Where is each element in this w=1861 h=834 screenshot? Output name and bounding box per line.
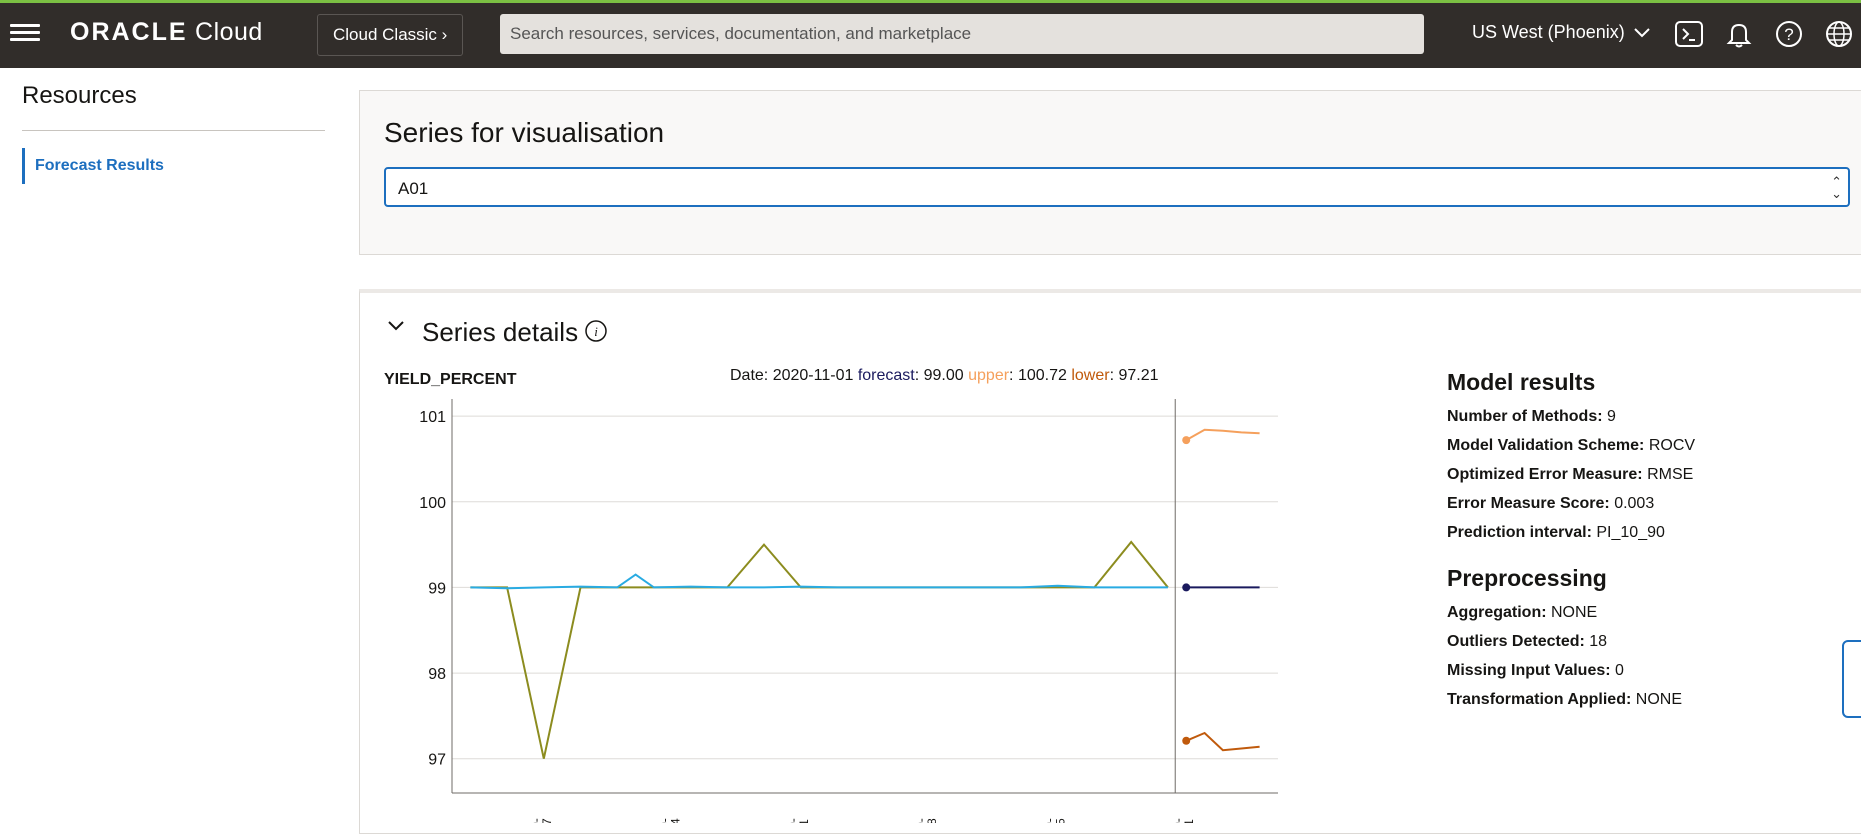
preprocessing-row: Transformation Applied: NONE <box>1447 691 1682 708</box>
svg-text:i: i <box>594 324 598 339</box>
top-navigation-bar: ORACLE Cloud Cloud Classic › US West (Ph… <box>0 0 1861 68</box>
search-input[interactable] <box>500 14 1424 54</box>
svg-text:?: ? <box>1784 25 1793 44</box>
cloud-classic-button[interactable]: Cloud Classic › <box>317 14 464 56</box>
globe-icon[interactable] <box>1824 19 1854 49</box>
chevron-down-icon <box>1634 28 1650 38</box>
tooltip-upper-label: upper <box>968 367 1010 384</box>
model-results-section: Model results Number of Methods: 9 Model… <box>1447 369 1695 720</box>
x-tick-monthday: 09-27 <box>540 818 554 823</box>
forecast-start-point <box>1182 436 1191 445</box>
series-line-1 <box>470 573 1168 590</box>
y-tick-label: 99 <box>428 580 446 597</box>
y-tick-label: 101 <box>419 409 446 426</box>
tooltip-forecast-value: 99.00 <box>923 367 964 384</box>
preprocessing-row: Aggregation: NONE <box>1447 604 1598 621</box>
preprocessing-row: Missing Input Values: 0 <box>1447 662 1624 679</box>
yield-line-chart[interactable]: 97 98 99 100 101 2020-09-27 2020-10-04 2020-10-… <box>360 383 1390 823</box>
series-details-header: Series details i <box>360 293 1861 353</box>
resources-heading: Resources <box>22 82 137 109</box>
model-row: Model Validation Scheme: ROCV <box>1447 437 1696 454</box>
model-row: Error Measure Score: 0.003 <box>1447 495 1655 512</box>
top-accent-strip <box>0 0 1861 3</box>
help-icon[interactable]: ? <box>1774 19 1804 49</box>
oracle-cloud-logo[interactable]: ORACLE Cloud <box>70 18 263 47</box>
feedback-widget-button[interactable] <box>1842 640 1861 718</box>
y-tick-label: 100 <box>419 495 446 512</box>
model-results-title: Model results <box>1447 369 1596 395</box>
series-details-title: Series details <box>422 317 579 347</box>
x-tick-monthday: 10-18 <box>925 818 939 823</box>
x-tick-monthday: 10-11 <box>797 819 811 823</box>
series-select-value: A01 <box>398 179 429 198</box>
preprocessing-row: Outliers Detected: 18 <box>1447 633 1608 650</box>
resources-divider <box>22 130 325 131</box>
x-tick-monthday: 11-01 <box>1182 819 1196 823</box>
forecast-start-point <box>1182 583 1191 592</box>
y-tick-label: 97 <box>428 752 446 769</box>
forecast-start-point <box>1182 736 1191 745</box>
tooltip-upper-value: 100.72 <box>1017 367 1067 384</box>
preprocessing-title: Preprocessing <box>1447 565 1607 591</box>
x-tick-label: 2020-10-04 <box>657 818 682 823</box>
model-row: Number of Methods: 9 <box>1447 408 1616 425</box>
y-tick-label: 98 <box>428 666 446 683</box>
info-icon[interactable]: i <box>584 319 608 343</box>
bell-icon[interactable] <box>1724 19 1754 49</box>
series-visualisation-title: Series for visualisation <box>384 117 665 148</box>
sidebar-item-forecast-results[interactable]: Forecast Results <box>22 148 164 184</box>
x-tick-monthday: 10-25 <box>1054 818 1068 823</box>
tooltip-forecast-label: forecast <box>857 367 915 384</box>
series-visualisation-panel: Series for visualisation A01 ⌃ ⌄ <box>359 90 1861 255</box>
region-selector[interactable]: US West (Phoenix) <box>1472 22 1650 43</box>
tooltip-lower-label: lower <box>1071 367 1110 384</box>
series-details-panel: Series details i YIELD_PERCENT Date: 202… <box>359 289 1861 834</box>
model-row: Prediction interval: PI_10_90 <box>1447 524 1665 541</box>
x-tick-label: 2020-09-27 <box>529 818 554 823</box>
x-tick-label: 2020-10-25 <box>1043 818 1068 823</box>
tooltip-lower-value: 97.21 <box>1118 367 1159 384</box>
model-row: Optimized Error Measure: RMSE <box>1447 466 1694 483</box>
select-updown-icon: ⌃ ⌄ <box>1831 174 1842 201</box>
series-line-3 <box>1185 428 1260 441</box>
series-line-4 <box>1185 731 1260 752</box>
tooltip-date: 2020-11-01 <box>772 367 854 384</box>
menu-icon[interactable] <box>10 20 40 48</box>
x-tick-label: 2020-10-11 <box>786 818 811 823</box>
cloud-shell-icon[interactable] <box>1674 19 1704 49</box>
series-select[interactable]: A01 ⌃ ⌄ <box>384 167 1850 207</box>
series-line-0 <box>470 540 1169 759</box>
x-tick-label: 2020-10-18 <box>914 818 939 823</box>
x-tick-label: 2020-11-01 <box>1171 818 1196 823</box>
x-tick-monthday: 10-04 <box>668 818 682 823</box>
collapse-chevron-icon[interactable] <box>388 321 404 331</box>
chevron-right-icon: › <box>441 25 448 44</box>
